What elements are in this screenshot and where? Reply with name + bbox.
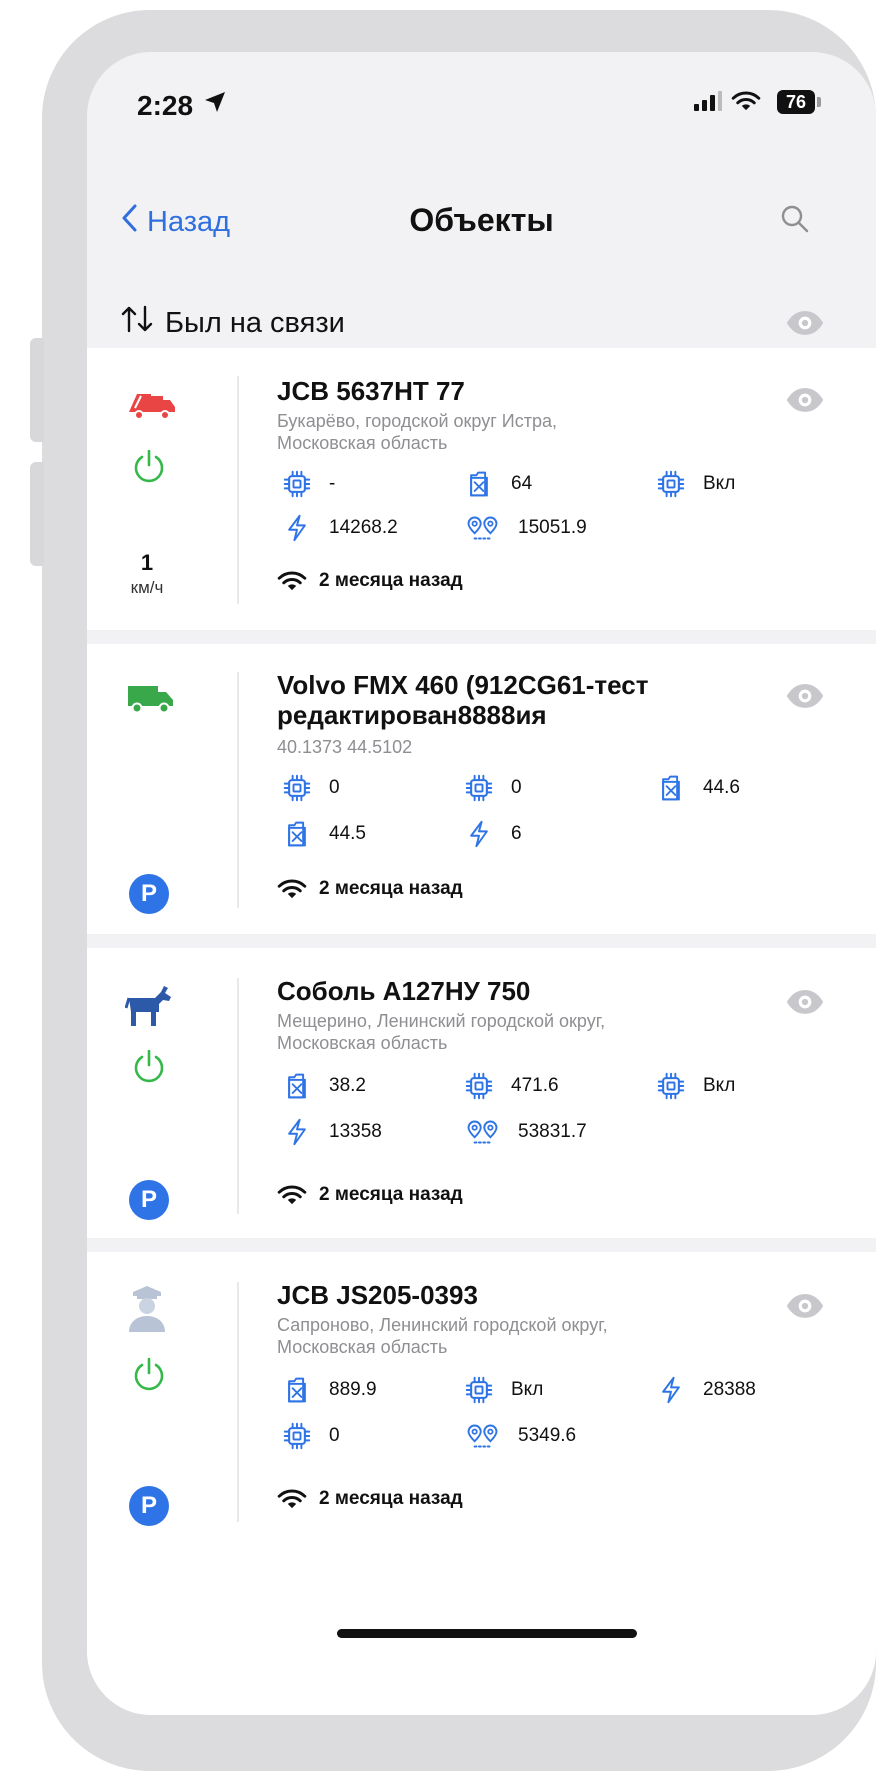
battery-icon: 76	[777, 90, 815, 114]
side-button-upper	[30, 338, 44, 442]
van-icon	[125, 682, 177, 721]
sort-label: Был на связи	[165, 306, 345, 339]
sort-button[interactable]: Был на связи	[121, 305, 345, 341]
object-name: Соболь А127НУ 750	[277, 976, 531, 1006]
object-address: Сапроново, Ленинский городской округ, Мо…	[277, 1315, 608, 1357]
object-card[interactable]: P Соболь А127НУ 750 Мещерино, Ленинский …	[87, 948, 876, 1238]
metric-item: 5349.6	[465, 1422, 576, 1450]
chip-icon	[657, 1072, 685, 1100]
metric-item: 6	[465, 820, 522, 848]
speed-value: 1	[140, 550, 154, 575]
officer-icon	[125, 1284, 169, 1339]
side-button-lower	[30, 462, 44, 566]
wifi-icon	[277, 1488, 307, 1510]
nav-bar: Назад Объекты	[87, 192, 876, 252]
object-card[interactable]: P Volvo FMX 460 (912CG61-тест редактиров…	[87, 644, 876, 934]
object-address: Букарёво, городской округ Истра, Московс…	[277, 411, 558, 453]
metric-item: 44.5	[283, 820, 366, 848]
object-card[interactable]: P JCB JS205-0393 Сапроново, Ленинский го…	[87, 1252, 876, 1715]
metric-item: 28388	[657, 1376, 756, 1404]
metric-item: 471.6	[465, 1072, 559, 1100]
fuel-icon	[283, 1072, 311, 1100]
visibility-toggle-icon[interactable]	[785, 386, 825, 419]
signal-icon	[693, 90, 723, 117]
object-name: JCB 5637HT 77	[277, 376, 465, 406]
metric-item: Вкл	[465, 1376, 543, 1404]
speed-indicator: 1 км/ч	[107, 550, 187, 598]
last-seen: 2 месяца назад	[277, 1488, 463, 1510]
card-divider	[237, 978, 239, 1214]
app-screen: 2:28 76 Назад Объекты Был на связи 1 км/…	[87, 52, 876, 1715]
fuel-icon	[657, 774, 685, 802]
object-coords: 40.1373 44.5102	[277, 737, 413, 757]
wifi-icon	[277, 878, 307, 900]
metric-item: 38.2	[283, 1072, 366, 1100]
fuel-icon	[465, 470, 493, 498]
metric-item: 889.9	[283, 1376, 377, 1404]
metric-item: Вкл	[657, 470, 735, 498]
bolt-icon	[465, 820, 493, 848]
metric-item: 44.6	[657, 774, 740, 802]
metric-item: Вкл	[657, 1072, 735, 1100]
mileage-icon	[465, 1422, 500, 1450]
status-bar: 2:28 76	[87, 52, 876, 162]
fuel-icon	[283, 820, 311, 848]
speed-unit: км/ч	[130, 578, 164, 597]
parking-badge: P	[129, 874, 169, 914]
metric-item: 14268.2	[283, 514, 398, 542]
object-name: Volvo FMX 460 (912CG61-тест редактирован…	[277, 670, 649, 730]
object-name: JCB JS205-0393	[277, 1280, 478, 1310]
card-divider	[237, 1282, 239, 1522]
goat-icon	[124, 984, 177, 1033]
chip-icon	[283, 1422, 311, 1450]
power-on-icon	[131, 1048, 167, 1089]
mileage-icon	[465, 514, 500, 542]
parking-badge: P	[129, 1180, 169, 1220]
fuel-icon	[283, 1376, 311, 1404]
search-icon[interactable]	[780, 204, 810, 239]
chip-icon	[283, 470, 311, 498]
chip-icon	[465, 1072, 493, 1100]
bolt-icon	[283, 514, 311, 542]
sort-arrows-icon	[121, 305, 153, 341]
metric-item: -	[283, 470, 335, 498]
card-divider	[237, 672, 239, 908]
last-seen: 2 месяца назад	[277, 878, 463, 900]
power-on-icon	[131, 448, 167, 489]
garbage-truck-icon	[125, 388, 177, 427]
chip-icon	[283, 774, 311, 802]
wifi-icon	[277, 570, 307, 592]
chip-icon	[465, 774, 493, 802]
metric-item: 15051.9	[465, 514, 587, 542]
metric-item: 13358	[283, 1118, 382, 1146]
bolt-icon	[283, 1118, 311, 1146]
location-arrow-icon	[203, 90, 227, 119]
status-time: 2:28	[137, 90, 194, 121]
chip-icon	[657, 470, 685, 498]
visibility-toggle-icon[interactable]	[785, 1292, 825, 1325]
wifi-icon	[277, 1184, 307, 1206]
metric-item: 64	[465, 470, 532, 498]
visibility-toggle-icon[interactable]	[785, 309, 825, 342]
bolt-icon	[657, 1376, 685, 1404]
battery-tip	[817, 97, 821, 107]
last-seen: 2 месяца назад	[277, 1184, 463, 1206]
metric-item: 0	[283, 1422, 340, 1450]
parking-badge: P	[129, 1486, 169, 1526]
card-divider	[237, 376, 239, 604]
wifi-status-icon	[731, 90, 761, 117]
power-on-icon	[131, 1356, 167, 1397]
visibility-toggle-icon[interactable]	[785, 682, 825, 715]
object-address: Мещерино, Ленинский городской округ, Мос…	[277, 1011, 606, 1053]
chip-icon	[465, 1376, 493, 1404]
last-seen: 2 месяца назад	[277, 570, 463, 592]
mileage-icon	[465, 1118, 500, 1146]
metric-item: 53831.7	[465, 1118, 587, 1146]
visibility-toggle-icon[interactable]	[785, 988, 825, 1021]
object-card[interactable]: 1 км/ч JCB 5637HT 77 Букарёво, городской…	[87, 348, 876, 630]
page-title: Объекты	[409, 202, 554, 238]
home-indicator	[337, 1629, 637, 1638]
metric-item: 0	[283, 774, 340, 802]
metric-item: 0	[465, 774, 522, 802]
